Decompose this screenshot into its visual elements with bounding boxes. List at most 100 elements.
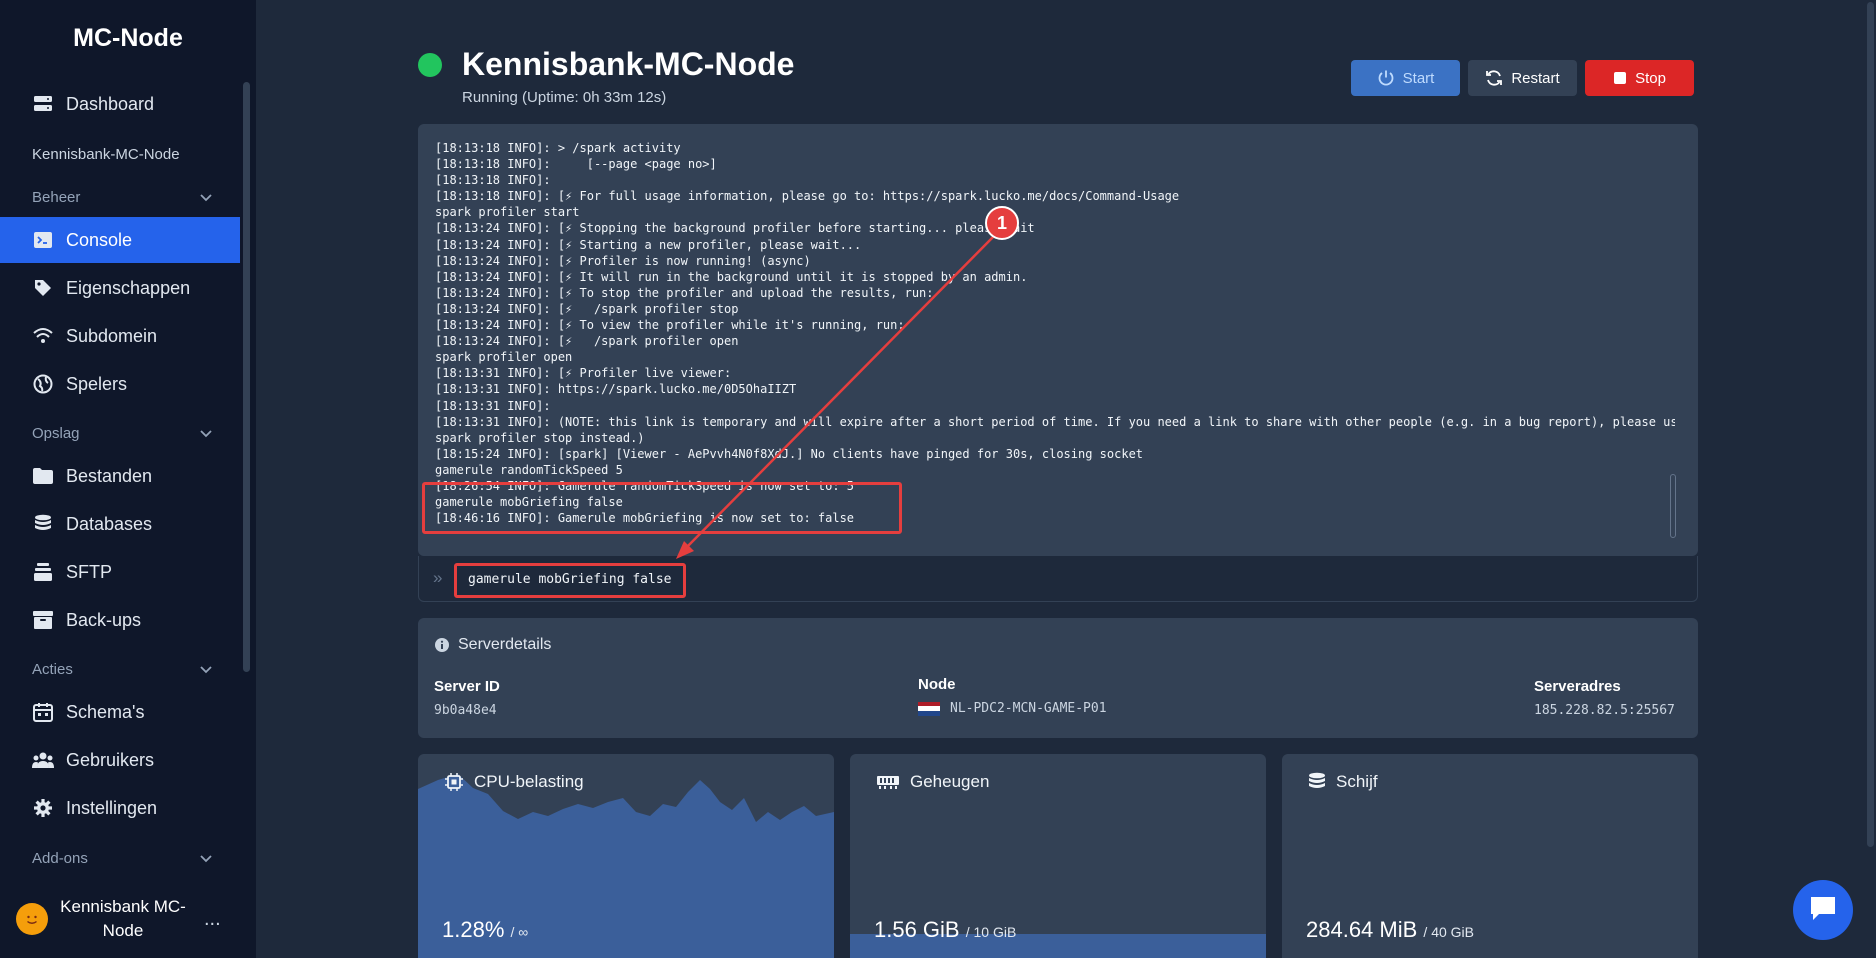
sidebar-item-label: Instellingen	[66, 797, 158, 818]
users-icon	[32, 749, 54, 771]
address-value: 185.228.82.5:25567	[1534, 703, 1675, 718]
group-label: Add-ons	[32, 850, 88, 867]
sidebar-item-label: Spelers	[66, 373, 128, 394]
sidebar-item-label: Console	[66, 229, 133, 250]
stop-icon	[1613, 71, 1627, 85]
highlight-command-input	[454, 563, 686, 598]
chevron-down-icon	[200, 425, 212, 442]
console-line: [18:13:31 INFO]: (NOTE: this link is tem…	[435, 414, 1675, 429]
disk-title: Schijf	[1308, 772, 1378, 792]
restart-button[interactable]: Restart	[1468, 60, 1577, 96]
console-scrollbar[interactable]	[1670, 474, 1676, 538]
folder-icon	[32, 465, 54, 487]
value-text: 1.56 GiB	[874, 917, 960, 942]
value-text: 284.64 MiB	[1306, 917, 1418, 942]
refresh-icon	[1485, 69, 1503, 87]
sidebar-item-backups[interactable]: Back-ups	[0, 597, 240, 643]
memory-icon	[876, 774, 900, 790]
database-icon	[32, 513, 54, 535]
disk-card: Schijf 284.64 MiB / 40 GiB	[1282, 754, 1698, 958]
page-scrollbar[interactable]	[1865, 0, 1876, 958]
button-label: Restart	[1511, 69, 1560, 87]
button-label: Start	[1402, 69, 1435, 87]
sidebar-item-spelers[interactable]: Spelers	[0, 361, 240, 407]
annotation-badge: 1	[985, 206, 1019, 240]
sidebar-item-dashboard[interactable]: Dashboard	[0, 81, 240, 127]
sidebar-item-subdomein[interactable]: Subdomein	[0, 313, 240, 359]
chat-button[interactable]	[1793, 880, 1853, 940]
more-options-icon[interactable]: ...	[204, 908, 221, 931]
info-icon	[434, 637, 450, 653]
sidebar-item-databases[interactable]: Databases	[0, 501, 240, 547]
gear-icon	[32, 797, 54, 819]
sidebar-item-schemas[interactable]: Schema's	[0, 689, 240, 735]
sidebar-item-instellingen[interactable]: Instellingen	[0, 785, 240, 831]
sidebar-item-bestanden[interactable]: Bestanden	[0, 453, 240, 499]
console-line: [18:15:24 INFO]: [spark] [Viewer - AePvv…	[435, 446, 1144, 461]
sidebar-item-label: Bestanden	[66, 465, 153, 486]
sidebar-item-console[interactable]: Console	[0, 217, 240, 263]
node-text: NL-PDC2-MCN-GAME-P01	[950, 701, 1107, 716]
brand-logo[interactable]: MC-Node	[0, 24, 256, 53]
user-profile[interactable]: Kennisbank MC- Node ...	[0, 880, 256, 958]
cpu-title: CPU-belasting	[444, 772, 584, 792]
console-line: [18:13:31 INFO]:	[435, 398, 551, 413]
server-details-panel: Serverdetails Server ID 9b0a48e4 Node NL…	[418, 618, 1698, 738]
console-line: [18:13:24 INFO]: [⚡ It will run in the b…	[435, 269, 1028, 284]
sidebar-server-name: Kennisbank-MC-Node	[32, 146, 180, 163]
prompt-icon: »	[433, 568, 443, 587]
sidebar-group-addons[interactable]: Add-ons	[32, 850, 212, 867]
console-line: [18:13:24 INFO]: [⚡ Stopping the backgro…	[435, 221, 1035, 236]
memory-value: 1.56 GiB / 10 GiB	[874, 917, 1016, 943]
group-label: Beheer	[32, 189, 81, 206]
terminal-icon	[32, 229, 54, 251]
server-stack-icon	[32, 93, 54, 115]
sidebar-item-label: Databases	[66, 513, 153, 534]
console-line: [18:13:24 INFO]: [⚡ Starting a new profi…	[435, 237, 862, 252]
sidebar-item-eigenschappen[interactable]: Eigenschappen	[0, 265, 240, 311]
console-line: gamerule randomTickSpeed 5	[435, 462, 623, 477]
globe-icon	[32, 373, 54, 395]
console-line: spark profiler stop instead.)	[435, 430, 645, 445]
sidebar-group-acties[interactable]: Acties	[32, 661, 212, 678]
start-button[interactable]: Start	[1351, 60, 1460, 96]
details-title-text: Serverdetails	[458, 636, 552, 653]
address-label: Serveradres	[1534, 678, 1621, 695]
card-title-text: Schijf	[1336, 772, 1378, 791]
disk-value: 284.64 MiB / 40 GiB	[1306, 917, 1474, 943]
console-line: [18:13:24 INFO]: [⚡ /spark profiler open	[435, 334, 739, 349]
console-line: [18:13:18 INFO]: [⚡ For full usage infor…	[435, 189, 1180, 204]
console-line: [18:13:24 INFO]: [⚡ To stop the profiler…	[435, 285, 934, 300]
server-status: Running (Uptime: 0h 33m 12s)	[462, 89, 667, 106]
console-line: spark profiler start	[435, 205, 580, 220]
user-name: Kennisbank MC- Node	[48, 895, 198, 943]
console-line: [18:13:18 INFO]: [--page <page no>]	[435, 157, 717, 172]
sidebar-item-label: Gebruikers	[66, 749, 155, 770]
user-name-line: Node	[102, 921, 144, 940]
server-id-label: Server ID	[434, 678, 500, 695]
sidebar-item-label: Back-ups	[66, 609, 142, 630]
sidebar-item-label: Dashboard	[66, 93, 155, 114]
database-icon	[1308, 772, 1326, 792]
page-title: Kennisbank-MC-Node	[462, 46, 795, 82]
group-label: Acties	[32, 661, 73, 678]
cpu-value: 1.28% / ∞	[442, 917, 528, 943]
console-log: [18:13:18 INFO]: > /spark activity [18:13…	[435, 140, 1675, 540]
sidebar-item-label: Schema's	[66, 701, 145, 722]
limit-text: / 40 GiB	[1423, 924, 1475, 940]
group-label: Opslag	[32, 425, 80, 442]
sidebar: MC-Node Dashboard Kennisbank-MC-Node Beh…	[0, 0, 256, 958]
stop-button[interactable]: Stop	[1585, 60, 1694, 96]
card-title-text: CPU-belasting	[474, 772, 584, 791]
sidebar-item-gebruikers[interactable]: Gebruikers	[0, 737, 240, 783]
limit-text: / ∞	[510, 924, 529, 940]
card-title-text: Geheugen	[910, 772, 990, 791]
details-title: Serverdetails	[434, 636, 551, 654]
page-scrollbar-thumb[interactable]	[1867, 2, 1874, 847]
sidebar-group-beheer[interactable]: Beheer	[32, 189, 212, 206]
status-indicator	[418, 53, 442, 77]
chat-icon	[1808, 894, 1838, 927]
sidebar-item-sftp[interactable]: SFTP	[0, 549, 240, 595]
sidebar-group-opslag[interactable]: Opslag	[32, 425, 212, 442]
sidebar-scrollbar[interactable]	[243, 82, 250, 672]
